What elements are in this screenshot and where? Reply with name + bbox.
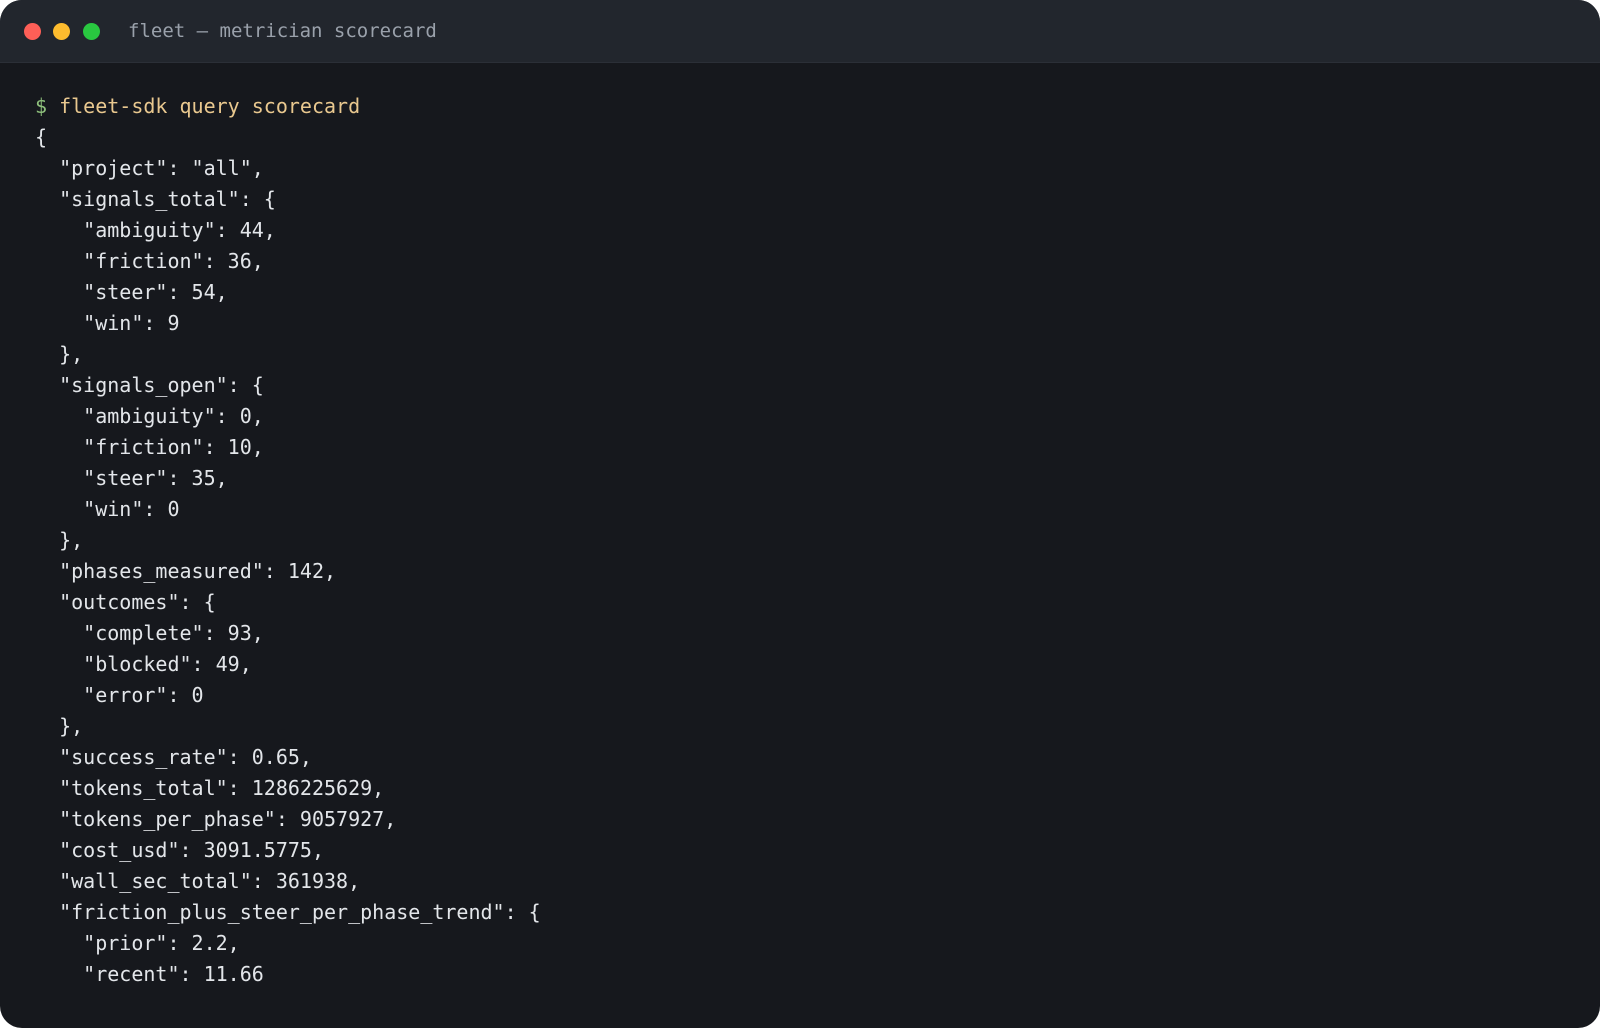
- output-line: "complete": 93,: [35, 621, 264, 645]
- output-line: "ambiguity": 0,: [35, 404, 264, 428]
- output-line: },: [35, 528, 84, 552]
- output-line: },: [35, 714, 84, 738]
- output-line: "cost_usd": 3091.5775,: [35, 838, 324, 862]
- output-line: "success_rate": 0.65,: [35, 745, 312, 769]
- window-title: fleet — metrician scorecard: [128, 20, 437, 42]
- output-line: "signals_open": {: [35, 373, 264, 397]
- output-line: "recent": 11.66: [35, 962, 264, 986]
- title-bar: fleet — metrician scorecard: [0, 0, 1600, 63]
- output-line: "signals_total": {: [35, 187, 276, 211]
- output-line: "prior": 2.2,: [35, 931, 240, 955]
- output-line: "blocked": 49,: [35, 652, 252, 676]
- output-line: },: [35, 342, 84, 366]
- output-line: "win": 0: [35, 497, 180, 521]
- output-line: "friction": 36,: [35, 249, 264, 273]
- output-line: "outcomes": {: [35, 590, 216, 614]
- output-line: "steer": 54,: [35, 280, 228, 304]
- output-line: "wall_sec_total": 361938,: [35, 869, 361, 893]
- output-line: "friction_plus_steer_per_phase_trend": {: [35, 900, 541, 924]
- output-line: {: [35, 125, 48, 149]
- output-line: "friction": 10,: [35, 435, 264, 459]
- output-line: "error": 0: [35, 683, 204, 707]
- output-line: "tokens_per_phase": 9057927,: [35, 807, 397, 831]
- output-line: "steer": 35,: [35, 466, 228, 490]
- terminal-output[interactable]: $ fleet-sdk query scorecard { "project":…: [35, 91, 541, 990]
- terminal-window: fleet — metrician scorecard $ fleet-sdk …: [0, 0, 1600, 1028]
- json-output: { "project": "all", "signals_total": { "…: [35, 122, 541, 990]
- prompt-symbol: $: [35, 94, 48, 118]
- minimize-window-button[interactable]: [53, 23, 70, 40]
- output-line: "phases_measured": 142,: [35, 559, 337, 583]
- maximize-window-button[interactable]: [83, 23, 100, 40]
- output-line: "win": 9: [35, 311, 180, 335]
- command-text: fleet-sdk query scorecard: [59, 94, 361, 118]
- output-line: "project": "all",: [35, 156, 264, 180]
- output-line: "tokens_total": 1286225629,: [35, 776, 385, 800]
- close-window-button[interactable]: [24, 23, 41, 40]
- output-line: "ambiguity": 44,: [35, 218, 276, 242]
- command-line: $ fleet-sdk query scorecard: [35, 91, 541, 122]
